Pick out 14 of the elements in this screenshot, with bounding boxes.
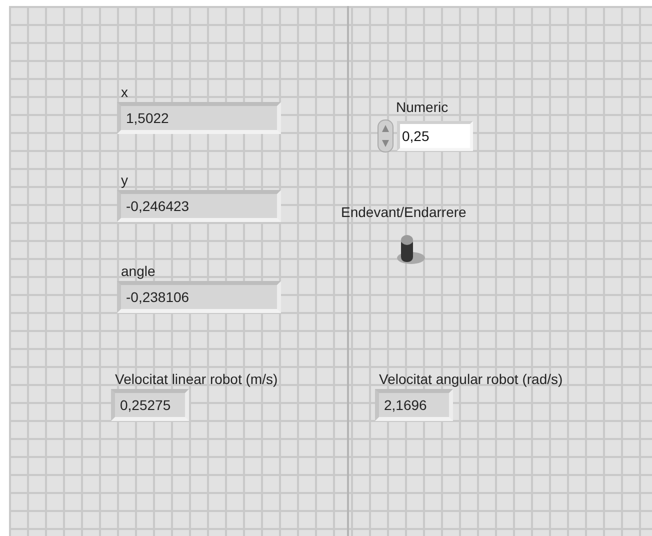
- numeric-indicator: 1,5022: [117, 102, 281, 134]
- numeric-indicator: -0,246423: [117, 190, 281, 222]
- numeric-input-field[interactable]: 0,25: [397, 121, 473, 151]
- numeric-indicator: -0,238106: [117, 281, 281, 313]
- indicator-label: Velocitat linear robot (m/s): [114, 370, 278, 388]
- indicator-label: y: [120, 171, 129, 189]
- indicator-label: Velocitat angular robot (rad/s): [378, 370, 563, 388]
- numeric-indicator: 2,1696: [375, 389, 453, 421]
- numeric-label: Numeric: [395, 98, 450, 116]
- indicator-label: x: [120, 83, 129, 101]
- numeric-indicator: 0,25275: [111, 389, 189, 421]
- toggle-label: Endevant/Endarrere: [341, 203, 466, 221]
- indicator-label: angle: [120, 262, 156, 280]
- spinner-arrows-icon[interactable]: [377, 119, 394, 153]
